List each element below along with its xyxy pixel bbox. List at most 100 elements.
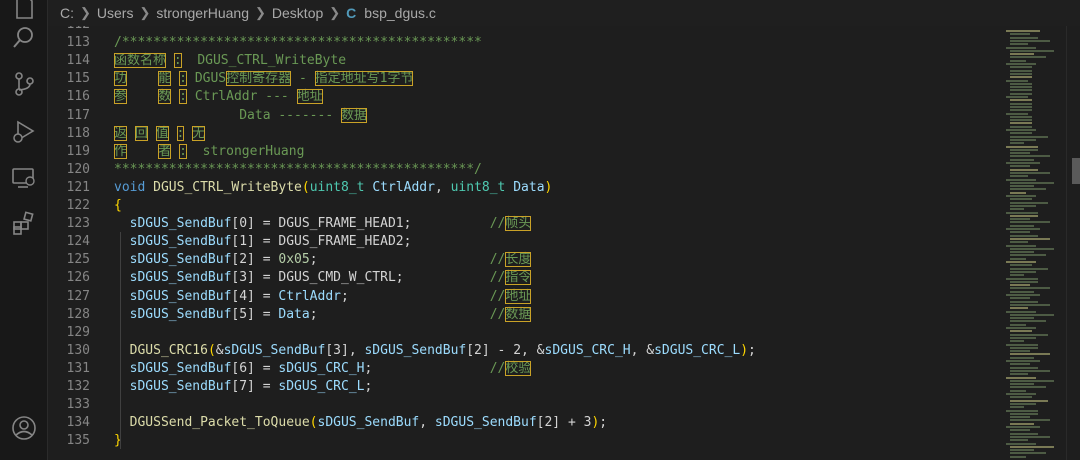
code-token: sDGUS_CRC_L	[278, 379, 365, 394]
code-line[interactable]: sDGUS_SendBuf[2] = 0x05; //长度	[114, 250, 532, 269]
code-token: )	[544, 179, 553, 195]
minimap-line	[1010, 198, 1032, 201]
line-number: 128	[66, 306, 90, 322]
code-line[interactable]: DGUS_CRC16(&sDGUS_SendBuf[3], sDGUS_Send…	[114, 341, 756, 360]
code-token: 指定地址写1字节	[314, 71, 414, 87]
code-token: , &	[630, 342, 655, 358]
code-area[interactable]: /***************************************…	[114, 26, 1000, 460]
code-line[interactable]: 参 数 : CtrlAddr --- 地址	[114, 87, 323, 106]
code-line[interactable]: sDGUS_SendBuf[4] = CtrlAddr; //地址	[114, 287, 532, 306]
indent-guide	[120, 232, 121, 450]
minimap-line	[1010, 76, 1032, 79]
code-line[interactable]: sDGUS_SendBuf[1] = DGUS_FRAME_HEAD2;	[114, 232, 412, 251]
code-token: 长度	[505, 252, 532, 268]
code-token: CtrlAddr	[372, 179, 435, 195]
code-token: sDGUS_SendBuf	[129, 379, 232, 394]
code-token: :	[173, 53, 182, 69]
minimap-line	[1006, 261, 1036, 263]
code-editor[interactable]: 1121131141151161171181191201211221231241…	[48, 26, 1000, 460]
minimap-line	[1010, 307, 1028, 310]
breadcrumb-item-drive[interactable]: C:	[60, 5, 74, 21]
minimap-line	[1006, 129, 1036, 131]
code-token: CtrlAddr ---	[187, 89, 297, 105]
account-icon[interactable]	[10, 414, 38, 442]
line-number: 113	[66, 35, 90, 51]
code-token: [2] - 2, &	[466, 342, 545, 358]
code-line[interactable]: sDGUS_SendBuf[3] = DGUS_CMD_W_CTRL; //指令	[114, 268, 532, 287]
breadcrumb-item-desktop[interactable]: Desktop	[272, 5, 323, 21]
minimap-line	[1010, 383, 1034, 386]
minimap-line	[1010, 369, 1050, 372]
files-icon[interactable]	[10, 0, 38, 22]
code-token: ,	[434, 179, 451, 195]
code-line[interactable]: sDGUS_SendBuf[6] = sDGUS_CRC_H; //校验	[114, 359, 532, 378]
code-token: ;	[309, 252, 490, 268]
minimap-line	[1010, 267, 1048, 270]
minimap-line	[1006, 393, 1036, 395]
code-token: [6] =	[231, 360, 279, 376]
source-control-icon[interactable]	[10, 70, 38, 98]
run-debug-icon[interactable]	[10, 117, 38, 145]
code-token: ;	[599, 415, 608, 431]
code-line[interactable]: 函数名称 : DGUS_CTRL_WriteByte	[114, 51, 346, 70]
code-line[interactable]: 返 回 值 : 无	[114, 124, 206, 143]
minimap-line	[1010, 92, 1032, 95]
code-line[interactable]: 作 者 : strongerHuang	[114, 142, 304, 161]
minimap-line	[1006, 228, 1040, 230]
minimap-line	[1010, 264, 1032, 267]
search-icon[interactable]	[10, 24, 38, 52]
code-line[interactable]: 功 能 : DGUS控制寄存器 - 指定地址写1字节	[114, 69, 414, 88]
code-line[interactable]: DGUSSend_Packet_ToQueue(sDGUS_SendBuf, s…	[114, 413, 607, 432]
code-line[interactable]: {	[114, 196, 122, 215]
code-token: DGUS_CTRL_WriteByte	[181, 53, 347, 69]
breadcrumb-item-user[interactable]: strongerHuang	[156, 5, 249, 21]
code-token: ;	[364, 379, 373, 394]
code-line[interactable]: void DGUS_CTRL_WriteByte(uint8_t CtrlAdd…	[114, 178, 552, 197]
code-token: [7] =	[231, 379, 279, 394]
minimap-line	[1010, 181, 1054, 184]
minimap-line	[1010, 86, 1032, 89]
extensions-icon[interactable]	[10, 210, 38, 238]
code-line[interactable]: sDGUS_SendBuf[7] = sDGUS_CRC_L;	[114, 377, 373, 396]
remote-explorer-icon[interactable]	[10, 164, 38, 192]
code-token: sDGUS_SendBuf	[129, 360, 232, 376]
code-line[interactable]: ****************************************…	[114, 160, 482, 179]
minimap-line	[1010, 270, 1036, 273]
minimap-line	[1010, 218, 1030, 221]
vertical-scrollbar[interactable]	[1066, 26, 1080, 460]
minimap-line	[1010, 175, 1028, 178]
minimap-line	[1010, 115, 1032, 118]
code-line[interactable]: sDGUS_SendBuf[0] = DGUS_FRAME_HEAD1; //帧…	[114, 214, 532, 233]
scrollbar-thumb[interactable]	[1072, 158, 1080, 184]
line-number: 117	[66, 107, 90, 123]
line-number: 121	[66, 179, 90, 195]
breadcrumb-item-users[interactable]: Users	[97, 5, 134, 21]
code-token: {	[114, 198, 122, 213]
minimap-line	[1006, 360, 1040, 362]
minimap-line	[1010, 82, 1032, 85]
code-line[interactable]: /***************************************…	[114, 33, 482, 52]
minimap-line	[1006, 277, 1038, 280]
minimap-line	[1010, 435, 1050, 438]
line-number: 129	[66, 324, 90, 340]
minimap[interactable]	[1000, 26, 1066, 460]
code-token: //	[489, 306, 506, 322]
minimap-line	[1006, 343, 1038, 346]
c-file-icon: C	[346, 5, 357, 21]
minimap-line	[1010, 317, 1034, 320]
code-line[interactable]: Data ------- 数据	[114, 106, 367, 125]
minimap-line	[1010, 39, 1050, 42]
breadcrumb-file[interactable]: bsp_dgus.c	[364, 5, 436, 21]
code-token: Data	[513, 179, 545, 195]
minimap-line	[1010, 439, 1028, 442]
chevron-right-icon: ❯	[329, 5, 341, 20]
code-token: ;	[748, 342, 756, 358]
code-token: 参	[114, 89, 128, 105]
chevron-right-icon: ❯	[139, 5, 151, 20]
minimap-line	[1006, 195, 1036, 197]
code-line[interactable]: sDGUS_SendBuf[5] = Data; //数据	[114, 305, 532, 324]
